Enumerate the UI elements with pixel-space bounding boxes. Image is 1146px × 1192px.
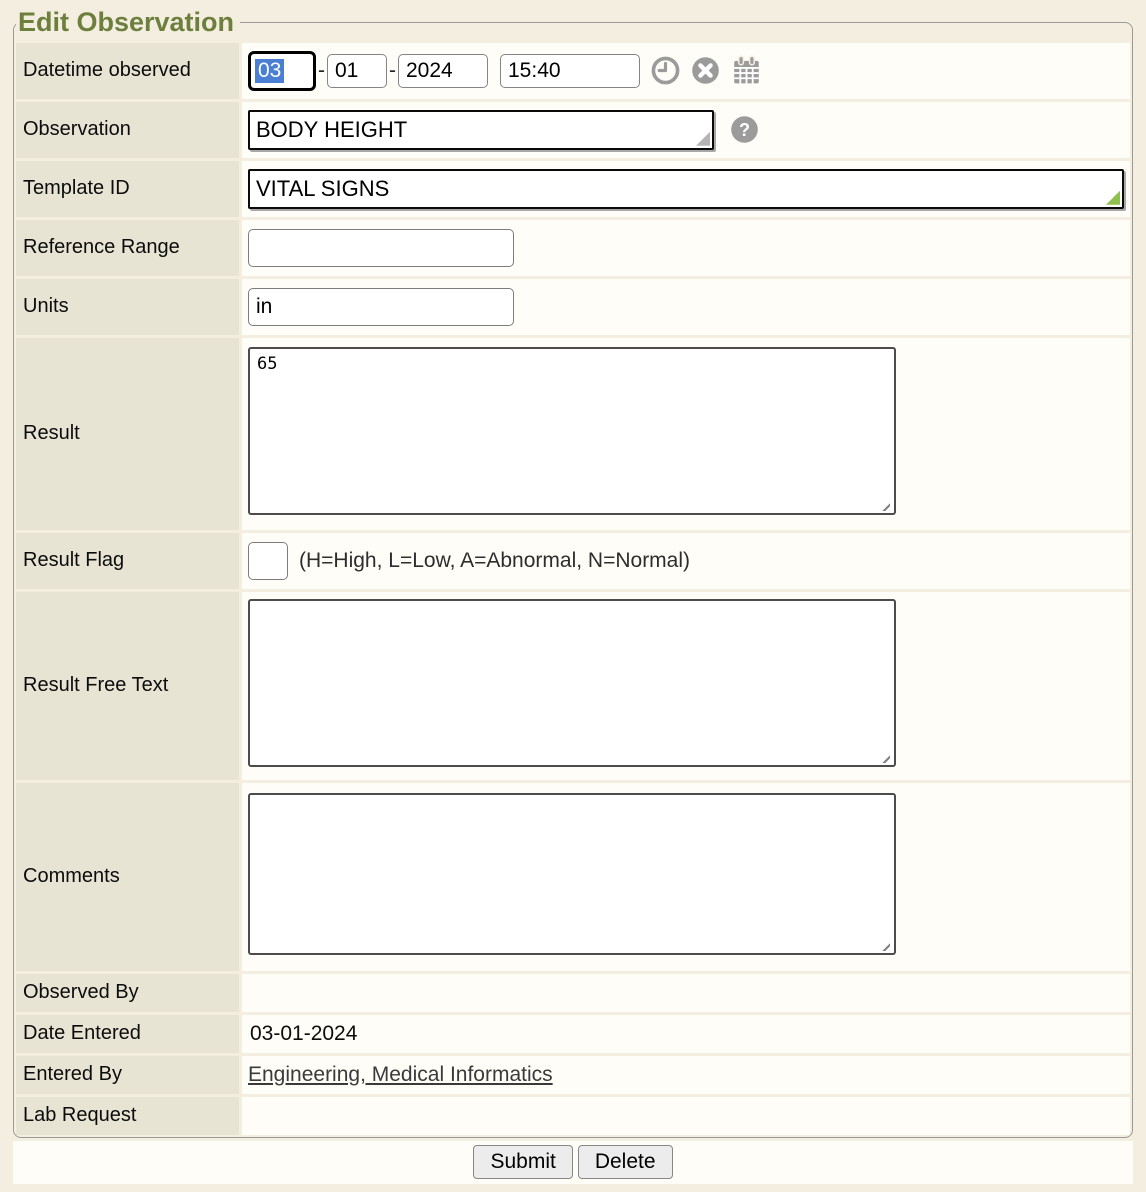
- svg-text:?: ?: [739, 120, 750, 140]
- result-free-text-wrap: [248, 599, 896, 772]
- result-free-text-textarea[interactable]: [248, 599, 896, 767]
- lab-request-field: [242, 1097, 1130, 1135]
- template-id-field: [242, 161, 1130, 217]
- label-lab-request: Lab Request: [16, 1097, 239, 1135]
- label-observation: Observation: [16, 102, 239, 158]
- label-reference-range: Reference Range: [16, 220, 239, 276]
- page: Edit Observation Datetime observed 03 - …: [0, 0, 1146, 1192]
- observation-combo: [248, 110, 714, 150]
- time-input[interactable]: [500, 54, 640, 88]
- result-flag-input[interactable]: [248, 542, 288, 580]
- observation-field: ?: [242, 102, 1130, 158]
- label-template-id: Template ID: [16, 161, 239, 217]
- clock-icon[interactable]: [651, 56, 680, 85]
- date-separator: -: [318, 59, 325, 83]
- year-input[interactable]: [398, 54, 488, 88]
- day-input[interactable]: [327, 54, 387, 88]
- template-id-combo: [248, 169, 1124, 209]
- result-textarea-wrap: 65: [248, 347, 896, 520]
- clear-icon[interactable]: [691, 56, 720, 85]
- help-icon[interactable]: ?: [730, 115, 759, 144]
- label-result: Result: [16, 338, 239, 530]
- reference-range-field: [242, 220, 1130, 276]
- comments-textarea[interactable]: [248, 793, 896, 955]
- datetime-observed-field: 03 - -: [242, 43, 1130, 99]
- result-flag-field: (H=High, L=Low, A=Abnormal, N=Normal): [242, 533, 1130, 589]
- calendar-icon[interactable]: [731, 55, 762, 86]
- entered-by-link[interactable]: Engineering, Medical Informatics: [248, 1063, 553, 1087]
- date-separator: -: [389, 59, 396, 83]
- date-entered-value: 03-01-2024: [248, 1022, 357, 1046]
- template-id-input[interactable]: [248, 169, 1124, 209]
- reference-range-input[interactable]: [248, 229, 514, 267]
- comments-field: [242, 783, 1130, 971]
- result-free-text-field: [242, 592, 1130, 780]
- date-entered-field: 03-01-2024: [242, 1015, 1130, 1053]
- submit-button[interactable]: Submit: [473, 1145, 572, 1179]
- result-field: 65: [242, 338, 1130, 530]
- page-title: Edit Observation: [16, 8, 240, 38]
- label-comments: Comments: [16, 783, 239, 971]
- units-field: [242, 279, 1130, 335]
- delete-button[interactable]: Delete: [578, 1145, 673, 1179]
- observation-input[interactable]: [248, 110, 714, 150]
- units-input[interactable]: [248, 288, 514, 326]
- comments-wrap: [248, 793, 896, 960]
- month-input[interactable]: 03: [248, 51, 316, 91]
- label-entered-by: Entered By: [16, 1056, 239, 1094]
- label-result-flag: Result Flag: [16, 533, 239, 589]
- label-observed-by: Observed By: [16, 974, 239, 1012]
- label-datetime-observed: Datetime observed: [16, 43, 239, 99]
- result-textarea[interactable]: 65: [248, 347, 896, 515]
- edit-observation-fieldset: Edit Observation Datetime observed 03 - …: [13, 8, 1133, 1138]
- entered-by-field: Engineering, Medical Informatics: [242, 1056, 1130, 1094]
- result-flag-hint: (H=High, L=Low, A=Abnormal, N=Normal): [299, 549, 690, 573]
- label-result-free-text: Result Free Text: [16, 592, 239, 780]
- label-date-entered: Date Entered: [16, 1015, 239, 1053]
- observed-by-field: [242, 974, 1130, 1012]
- month-selected-value: 03: [255, 59, 284, 83]
- observation-form: Datetime observed 03 - -: [16, 43, 1130, 1135]
- label-units: Units: [16, 279, 239, 335]
- form-actions: Submit Delete: [13, 1141, 1133, 1184]
